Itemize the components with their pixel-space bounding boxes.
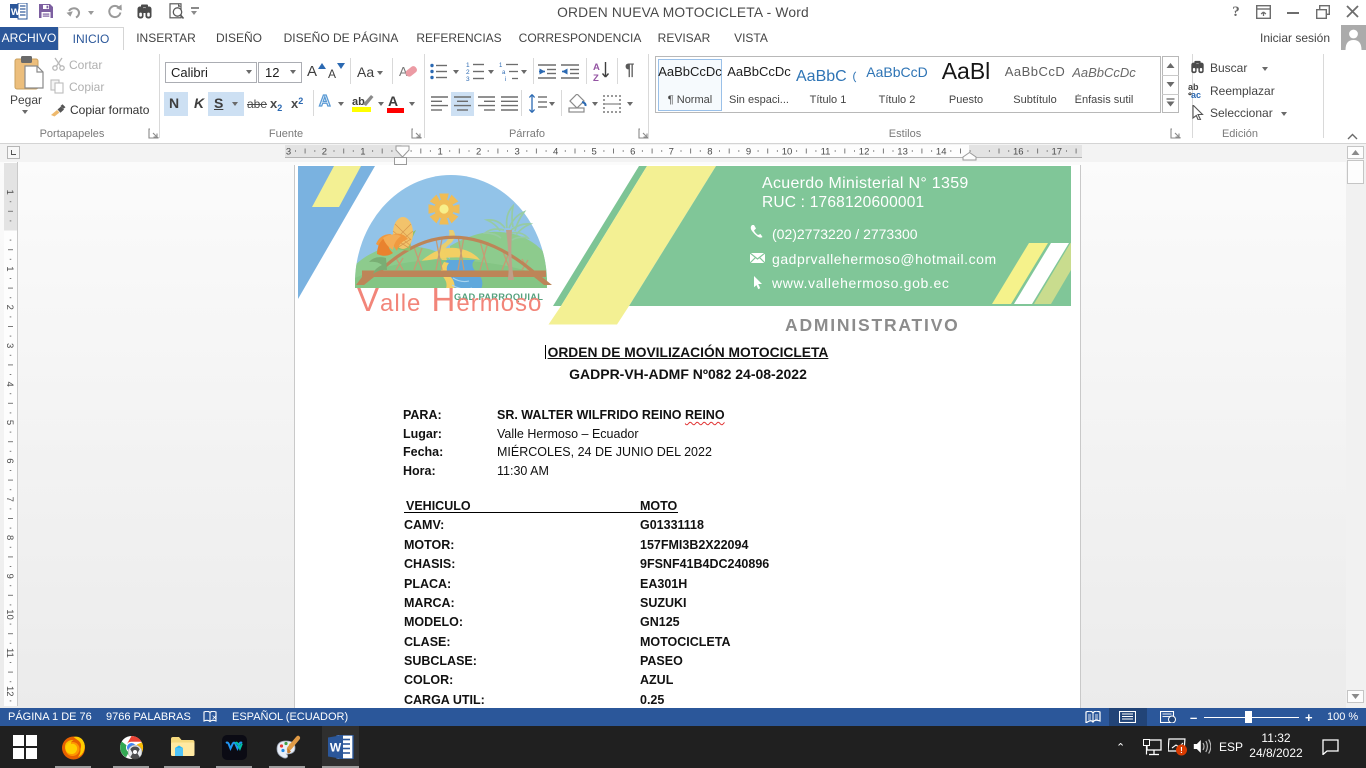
svg-text:1: 1: [4, 266, 15, 271]
svg-text:14: 14: [936, 147, 947, 158]
svg-text:11: 11: [4, 648, 15, 658]
svg-text:9: 9: [4, 573, 15, 578]
svg-text:8: 8: [4, 535, 15, 540]
svg-text:9: 9: [746, 147, 751, 158]
svg-text:12: 12: [859, 147, 870, 158]
svg-text:a: a: [502, 70, 506, 76]
svg-text:1: 1: [466, 62, 470, 69]
svg-text:1: 1: [360, 147, 365, 158]
svg-text:17: 17: [1052, 147, 1063, 158]
svg-text:ab: ab: [352, 96, 365, 108]
svg-text:10: 10: [4, 609, 15, 620]
svg-text:3: 3: [514, 147, 519, 158]
svg-text:www.vallehermoso.gob.ec: www.vallehermoso.gob.ec: [771, 275, 950, 291]
svg-text:Acuerdo Ministerial N° 1359: Acuerdo Ministerial N° 1359: [762, 175, 969, 192]
svg-text:RUC : 1768120600001: RUC : 1768120600001: [762, 194, 924, 211]
svg-text:5: 5: [592, 147, 597, 158]
svg-text:2: 2: [466, 69, 470, 76]
svg-text:!: !: [1180, 746, 1183, 755]
svg-text:1: 1: [499, 63, 503, 69]
svg-text:1: 1: [4, 189, 15, 194]
svg-text:6: 6: [4, 458, 15, 463]
svg-text:11: 11: [821, 147, 831, 158]
svg-text:✕: ✕: [212, 715, 218, 722]
svg-text:16: 16: [1013, 147, 1024, 158]
svg-text:W: W: [330, 741, 342, 755]
svg-text:3: 3: [286, 147, 291, 158]
svg-text:(02)2773220 / 2773300: (02)2773220 / 2773300: [772, 226, 918, 242]
svg-text:ac: ac: [1191, 90, 1201, 99]
svg-text:1: 1: [437, 147, 442, 158]
svg-text:2: 2: [476, 147, 481, 158]
svg-text:2: 2: [322, 147, 327, 158]
svg-text:10: 10: [782, 147, 793, 158]
svg-text:4: 4: [4, 381, 15, 386]
svg-text:6: 6: [630, 147, 635, 158]
svg-text:Z: Z: [593, 73, 599, 82]
svg-text:12: 12: [4, 686, 15, 697]
svg-text:7: 7: [4, 497, 15, 502]
svg-text:i: i: [505, 77, 506, 81]
svg-text:13: 13: [897, 147, 908, 158]
svg-text:7: 7: [669, 147, 674, 158]
svg-text:4: 4: [553, 147, 558, 158]
svg-text:2: 2: [4, 305, 15, 310]
svg-text:A: A: [593, 62, 600, 73]
svg-text:3: 3: [466, 76, 470, 81]
svg-text:gadprvallehermoso@hotmail.com: gadprvallehermoso@hotmail.com: [772, 251, 997, 267]
svg-text:8: 8: [707, 147, 712, 158]
svg-text:3: 3: [4, 343, 15, 348]
svg-text:5: 5: [4, 420, 15, 425]
